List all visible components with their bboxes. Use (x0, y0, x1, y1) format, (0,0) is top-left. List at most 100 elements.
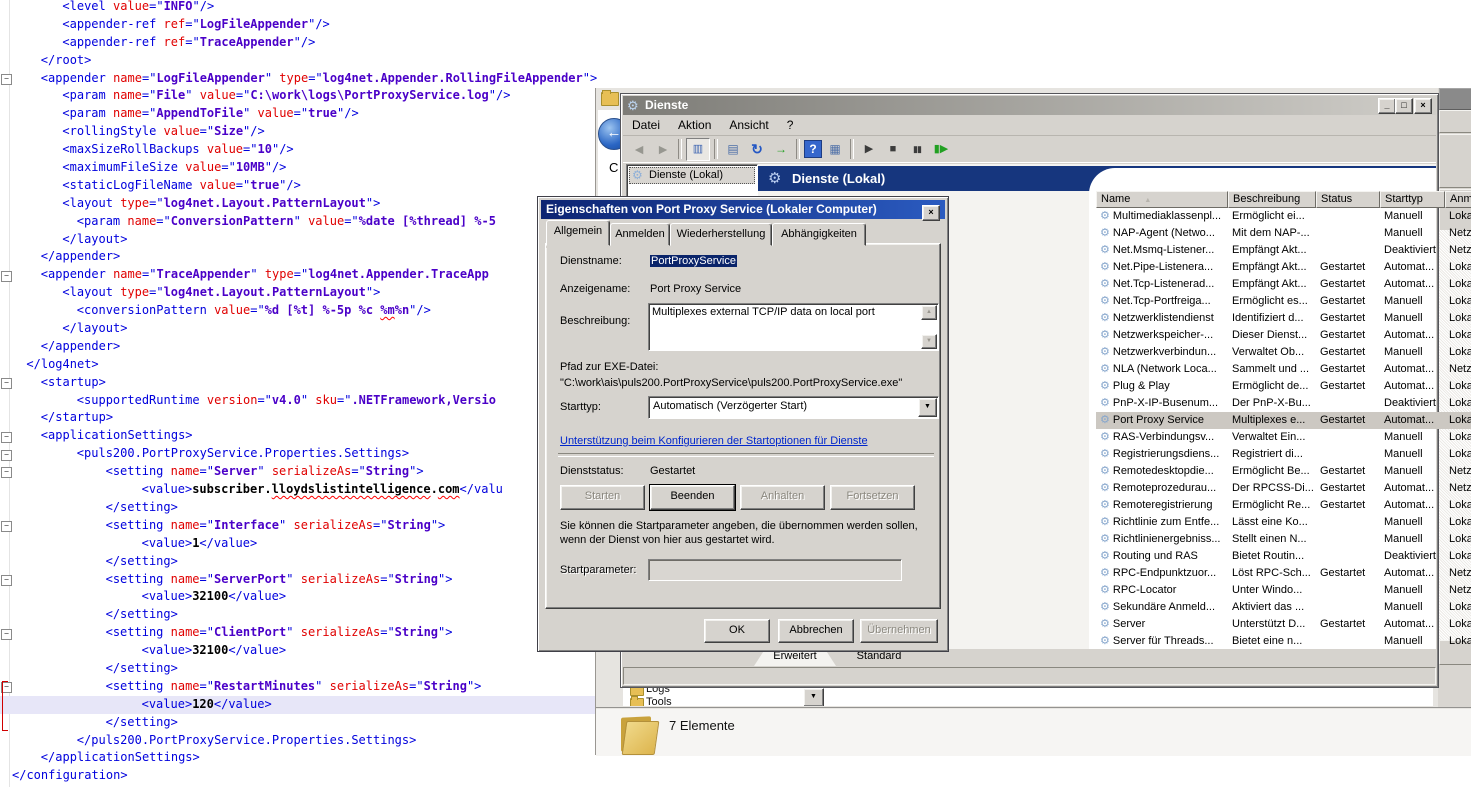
column-header-starttyp[interactable]: Starttyp (1380, 191, 1445, 208)
pause-service-icon[interactable]: ▮▮ (906, 139, 928, 160)
cell-anmelden: Lokaler Dienst (1445, 446, 1471, 463)
startparameter-input[interactable] (648, 559, 902, 581)
dialog-tab-anmelden[interactable]: Anmelden (610, 223, 670, 246)
table-row[interactable]: ⚙Netzwerkspeicher-...Dieser Dienst...Ges… (1096, 327, 1471, 344)
cell-starttyp: Manuell (1380, 633, 1445, 650)
scroll-up-icon[interactable]: ▲ (921, 305, 937, 320)
fold-marker-icon[interactable]: − (1, 467, 12, 478)
table-row[interactable]: ⚙PnP-X-IP-Busenum...Der PnP-X-Bu...Deakt… (1096, 395, 1471, 412)
scope-item-dienste-lokal[interactable]: ⚙ Dienste (Lokal) (629, 167, 755, 184)
help-icon[interactable]: ? (804, 140, 822, 158)
beenden-button[interactable]: Beenden (650, 485, 735, 510)
table-row[interactable]: ⚙ServerUnterstützt D...GestartetAutomat.… (1096, 616, 1471, 633)
table-row[interactable]: ⚙Port Proxy ServiceMultiplexes e...Gesta… (1096, 412, 1471, 429)
code-line[interactable]: <level value="INFO"/> (0, 0, 726, 16)
table-row[interactable]: ⚙Multimediaklassenpl...Ermöglicht ei...M… (1096, 208, 1471, 225)
table-row[interactable]: ⚙Net.Pipe-Listenera...Empfängt Akt...Ges… (1096, 259, 1471, 276)
table-row[interactable]: ⚙Net.Tcp-Portfreiga...Ermöglicht es...Ge… (1096, 293, 1471, 310)
table-row[interactable]: ⚙Remoteprozedurau...Der RPCSS-Di...Gesta… (1096, 480, 1471, 497)
fold-marker-icon[interactable]: − (1, 521, 12, 532)
service-gear-icon: ⚙ (1100, 295, 1110, 307)
table-row[interactable]: ⚙NLA (Network Loca...Sammelt und ...Gest… (1096, 361, 1471, 378)
close-button[interactable]: × (1414, 98, 1432, 114)
back-icon[interactable]: ◄ (628, 139, 650, 160)
starten-button[interactable]: Starten (560, 485, 645, 510)
menu-item-aktion[interactable]: Aktion (669, 115, 720, 132)
service-gear-icon: ⚙ (1100, 618, 1110, 630)
abbrechen-button[interactable]: Abbrechen (778, 619, 854, 643)
fold-marker-icon[interactable]: − (1, 629, 12, 640)
export-list-icon[interactable]: → (770, 139, 792, 160)
table-row[interactable]: ⚙Plug & PlayErmöglicht de...GestartetAut… (1096, 378, 1471, 395)
minimize-button[interactable]: _ (1378, 98, 1396, 114)
code-line[interactable]: </configuration> (0, 767, 726, 785)
column-header-anmelden[interactable]: Anmelden als (1445, 191, 1471, 208)
column-header-beschreibung[interactable]: Beschreibung (1228, 191, 1316, 208)
table-row[interactable]: ⚙Net.Tcp-Listenerad...Empfängt Akt...Ges… (1096, 276, 1471, 293)
start-service-icon[interactable]: ▶ (858, 139, 880, 160)
code-line[interactable]: </root> (0, 52, 726, 70)
tree-item[interactable]: Tools (646, 696, 672, 706)
table-row[interactable]: ⚙Netzwerkverbindun...Verwaltet Ob...Gest… (1096, 344, 1471, 361)
dropdown-button[interactable]: ▼ (803, 688, 824, 706)
table-row[interactable]: ⚙RemoteregistrierungErmöglicht Re...Gest… (1096, 497, 1471, 514)
service-gear-icon: ⚙ (1100, 448, 1110, 460)
show-console-tree-icon[interactable]: ▥ (686, 138, 710, 161)
code-line[interactable]: <appender-ref ref="TraceAppender"/> (0, 34, 726, 52)
table-row[interactable]: ⚙NAP-Agent (Netwo...Mit dem NAP-...Manue… (1096, 225, 1471, 242)
ok-button[interactable]: OK (704, 619, 770, 643)
fold-marker-icon[interactable]: − (1, 74, 12, 85)
code-editor[interactable]: <level value="INFO"/><appender-ref ref="… (0, 0, 620, 787)
fold-marker-icon[interactable]: − (1, 271, 12, 282)
startoptions-help-link[interactable]: Unterstützung beim Konfigurieren der Sta… (560, 435, 868, 447)
menu-item-?[interactable]: ? (778, 115, 803, 132)
code-line[interactable]: <appender-ref ref="LogFileAppender"/> (0, 16, 726, 34)
table-row[interactable]: ⚙RPC-Endpunktzuor...Löst RPC-Sch...Gesta… (1096, 565, 1471, 582)
table-row[interactable]: ⚙Net.Msmq-Listener...Empfängt Akt...Deak… (1096, 242, 1471, 259)
menu-item-datei[interactable]: Datei (623, 115, 669, 132)
beschreibung-field[interactable]: Multiplexes external TCP/IP data on loca… (648, 303, 939, 351)
starttyp-combobox[interactable]: Automatisch (Verzögerter Start) ▼ (648, 396, 939, 419)
cell-anmelden: Lokales System (1445, 548, 1471, 565)
anhalten-button[interactable]: Anhalten (740, 485, 825, 510)
close-icon[interactable]: × (922, 205, 940, 221)
table-row[interactable]: ⚙Server für Threads...Bietet eine n...Ma… (1096, 633, 1471, 650)
service-gear-icon: ⚙ (1100, 227, 1110, 239)
table-row[interactable]: ⚙Richtlinie zum Entfe...Lässt eine Ko...… (1096, 514, 1471, 531)
maximize-button[interactable]: □ (1395, 98, 1413, 114)
services-titlebar[interactable]: ⚙ Dienste _ □ × (623, 96, 1436, 115)
menu-item-ansicht[interactable]: Ansicht (720, 115, 777, 132)
fold-marker-icon[interactable]: − (1, 378, 12, 389)
extended-view-icon[interactable]: ▦ (824, 139, 846, 160)
stop-service-icon[interactable]: ■ (882, 139, 904, 160)
table-row[interactable]: ⚙Remotedesktopdie...Ermöglicht Be...Gest… (1096, 463, 1471, 480)
forward-icon[interactable]: ► (652, 139, 674, 160)
dialog-tab-abhängigkeiten[interactable]: Abhängigkeiten (772, 223, 866, 246)
table-row[interactable]: ⚙Sekundäre Anmeld...Aktiviert das ...Man… (1096, 599, 1471, 616)
refresh-icon[interactable]: ↻ (746, 139, 768, 160)
cell-beschreibung: Empfängt Akt... (1228, 276, 1316, 293)
dialog-titlebar[interactable]: Eigenschaften von Port Proxy Service (Lo… (541, 200, 945, 219)
table-row[interactable]: ⚙NetzwerklistendienstIdentifiziert d...G… (1096, 310, 1471, 327)
properties-icon[interactable]: ▤ (722, 139, 744, 160)
dialog-tab-allgemein[interactable]: Allgemein (546, 220, 610, 246)
column-header-name[interactable]: Name▲ (1096, 191, 1228, 208)
restart-service-icon[interactable]: ▮▶ (930, 139, 952, 160)
table-row[interactable]: ⚙RPC-LocatorUnter Windo...ManuellNetzwer… (1096, 582, 1471, 599)
scroll-down-icon[interactable]: ▼ (921, 334, 937, 349)
fold-marker-icon[interactable]: − (1, 432, 12, 443)
table-row[interactable]: ⚙Routing und RASBietet Routin...Deaktivi… (1096, 548, 1471, 565)
uebernehmen-button[interactable]: Übernehmen (860, 619, 938, 643)
fold-marker-icon[interactable]: − (1, 450, 12, 461)
fold-marker-icon[interactable]: − (1, 575, 12, 586)
table-row[interactable]: ⚙Registrierungsdiens...Registriert di...… (1096, 446, 1471, 463)
table-row[interactable]: ⚙Richtlinienergebniss...Stellt einen N..… (1096, 531, 1471, 548)
cell-beschreibung: Multiplexes e... (1228, 412, 1316, 429)
cell-anmelden: Netzwerkdienst (1445, 463, 1471, 480)
chevron-down-icon[interactable]: ▼ (918, 398, 937, 417)
table-row[interactable]: ⚙RAS-Verbindungsv...Verwaltet Ein...Manu… (1096, 429, 1471, 446)
fortsetzen-button[interactable]: Fortsetzen (830, 485, 915, 510)
code-line[interactable]: <appender name="LogFileAppender" type="l… (0, 70, 726, 88)
column-header-status[interactable]: Status (1316, 191, 1380, 208)
dialog-tab-wiederherstellung[interactable]: Wiederherstellung (670, 223, 772, 246)
